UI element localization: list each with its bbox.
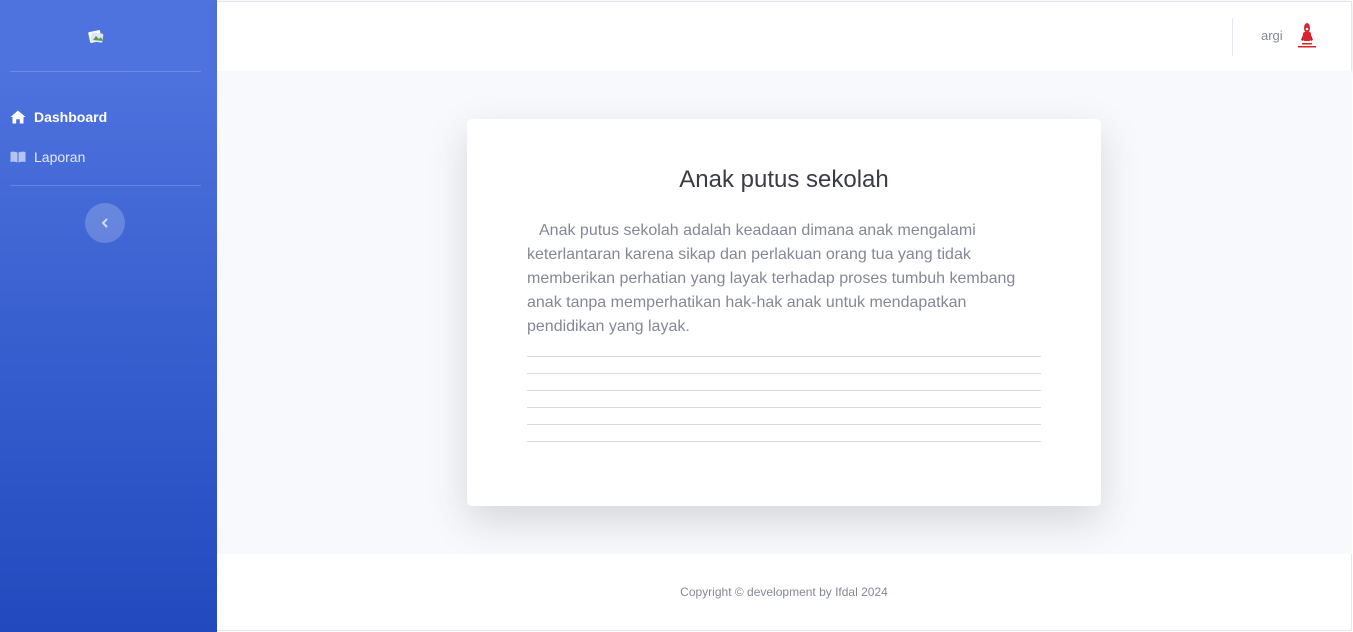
sidebar-item-laporan[interactable]: Laporan [0,137,217,177]
footer-copyright: Copyright © development by Ifdal 2024 [680,585,888,599]
footer: Copyright © development by Ifdal 2024 [217,554,1352,631]
topbar: argi [217,1,1352,71]
user-avatar-icon[interactable] [1295,21,1319,51]
sidebar-brand[interactable] [0,0,217,71]
sidebar-item-label: Laporan [34,149,86,165]
sidebar-item-dashboard[interactable]: Dashboard [0,97,217,137]
card-rule [527,373,1041,374]
card-rule [527,390,1041,391]
user-name[interactable]: argi [1261,28,1283,43]
main-content: Anak putus sekolah Anak putus sekolah ad… [217,71,1352,554]
card-rule [527,407,1041,408]
topbar-divider [1232,18,1233,56]
sidebar-item-label: Dashboard [34,109,108,125]
sidebar: Dashboard Laporan [0,0,217,632]
home-icon [10,110,26,124]
card-rule [527,424,1041,425]
card-title: Anak putus sekolah [679,166,889,193]
card-text: Anak putus sekolah adalah keadaan dimana… [527,222,1016,335]
sidebar-toggle-button[interactable] [85,203,125,243]
sidebar-divider [10,185,201,186]
card-rule [527,356,1041,357]
brand-logo-icon [87,29,103,43]
card-rule [527,441,1041,442]
chevron-left-icon [102,218,108,228]
sidebar-nav: Dashboard Laporan [0,72,217,177]
info-card: Anak putus sekolah Anak putus sekolah ad… [467,119,1101,506]
book-icon [10,150,26,164]
